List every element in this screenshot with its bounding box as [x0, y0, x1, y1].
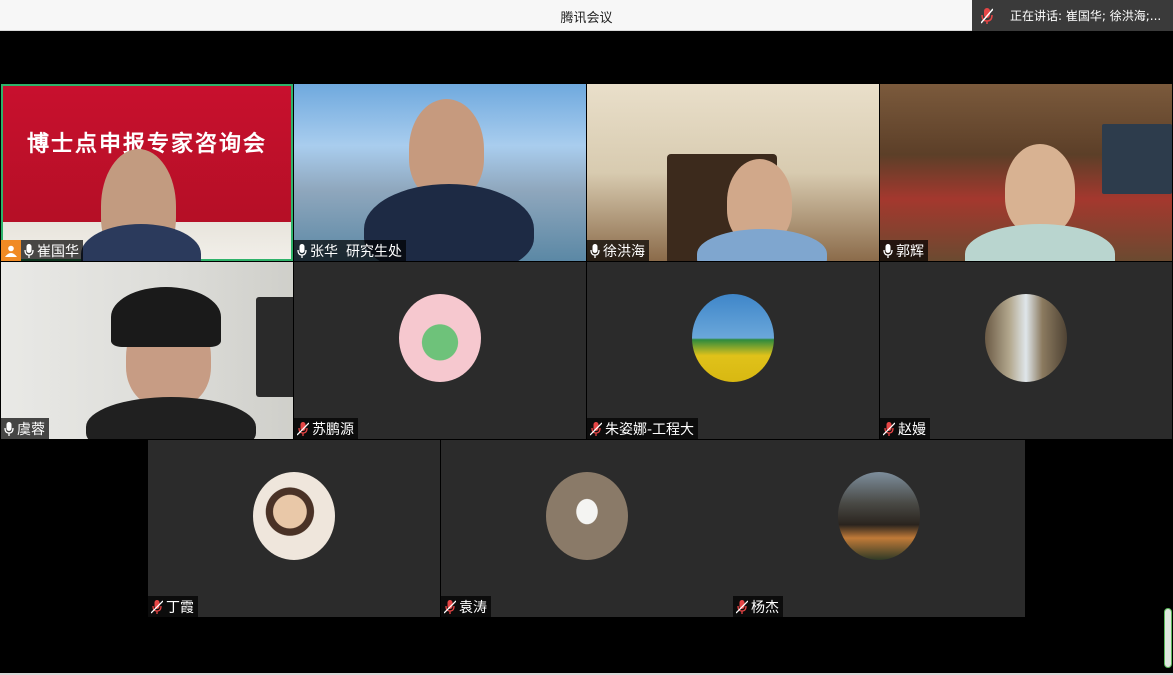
participant-name: 苏鹏源 — [312, 421, 354, 438]
participant-name: 郭辉 — [896, 243, 924, 260]
name-tag: 朱姿娜-工程大 — [587, 418, 699, 439]
participant-name: 杨杰 — [751, 599, 779, 616]
video-tile[interactable]: 杨杰 — [733, 440, 1025, 617]
participant-role: 研究生处 — [346, 243, 402, 260]
participant-name: 虞蓉 — [17, 421, 45, 438]
name-tag: 赵嫚 — [880, 418, 930, 439]
name-tag: 郭辉 — [880, 240, 928, 261]
video-tile[interactable]: 丁霞 — [148, 440, 440, 617]
microphone-muted-icon — [736, 599, 748, 614]
microphone-icon — [24, 243, 34, 258]
video-tile[interactable]: 徐洪海 — [587, 84, 879, 261]
microphone-muted-icon — [883, 421, 895, 436]
video-tile[interactable]: 张华 研究生处 — [294, 84, 586, 261]
name-tag: 丁霞 — [148, 596, 198, 617]
speaking-indicator[interactable]: 正在讲话: 崔国华; 徐洪海;... — [972, 0, 1173, 31]
microphone-muted-icon — [297, 421, 309, 436]
microphone-icon — [590, 243, 600, 258]
microphone-muted-icon — [972, 7, 1002, 24]
participant-name: 朱姿娜-工程大 — [605, 421, 695, 438]
video-tile[interactable]: 博士点申报专家咨询会 崔国华 — [1, 84, 293, 261]
scrollbar[interactable] — [1164, 608, 1172, 668]
microphone-icon — [883, 243, 893, 258]
name-tag: 苏鹏源 — [294, 418, 358, 439]
microphone-muted-icon — [590, 421, 602, 436]
avatar — [838, 472, 920, 560]
avatar — [985, 294, 1067, 382]
microphone-muted-icon — [151, 599, 163, 614]
name-tag: 虞蓉 — [1, 418, 49, 439]
participant-name: 丁霞 — [166, 599, 194, 616]
avatar — [399, 294, 481, 382]
speaking-text: 正在讲话: 崔国华; 徐洪海;... — [1010, 9, 1162, 23]
participant-name: 赵嫚 — [898, 421, 926, 438]
name-tag: 徐洪海 — [587, 240, 649, 261]
video-tile[interactable]: 郭辉 — [880, 84, 1172, 261]
host-user-icon — [1, 240, 21, 261]
title-bar: 腾讯会议 正在讲话: 崔国华; 徐洪海;... — [0, 0, 1173, 31]
name-tag: 崔国华 — [1, 240, 83, 261]
participant-video — [1005, 144, 1075, 234]
video-tile[interactable]: 苏鹏源 — [294, 262, 586, 439]
participant-name: 徐洪海 — [603, 243, 645, 260]
microphone-icon — [297, 243, 307, 258]
microphone-icon — [4, 421, 14, 436]
video-tile[interactable]: 赵嫚 — [880, 262, 1172, 439]
name-tag: 袁涛 — [441, 596, 491, 617]
participant-name: 崔国华 — [37, 243, 79, 260]
video-tile[interactable]: 虞蓉 — [1, 262, 293, 439]
participant-name: 袁涛 — [459, 599, 487, 616]
participant-name: 张华 — [310, 243, 338, 260]
name-tag: 杨杰 — [733, 596, 783, 617]
microphone-muted-icon — [444, 599, 456, 614]
video-tile[interactable]: 朱姿娜-工程大 — [587, 262, 879, 439]
avatar — [546, 472, 628, 560]
avatar — [253, 472, 335, 560]
avatar — [692, 294, 774, 382]
video-grid: 博士点申报专家咨询会 崔国华 张华 研究生处 徐洪海 郭辉 虞蓉 苏鹏源 朱姿娜… — [0, 31, 1173, 673]
video-tile[interactable]: 袁涛 — [441, 440, 733, 617]
name-tag: 张华 研究生处 — [294, 240, 406, 261]
